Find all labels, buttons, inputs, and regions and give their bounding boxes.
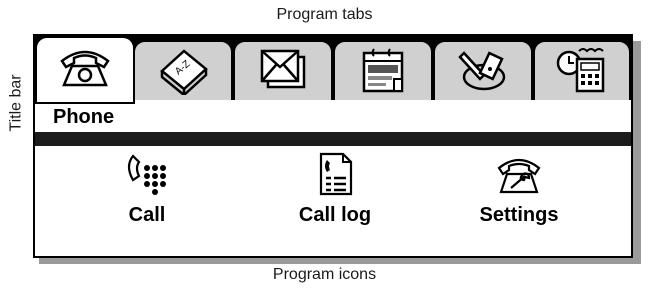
call-log-icon — [319, 152, 353, 196]
calendar-icon — [362, 48, 404, 93]
program-settings-label: Settings — [479, 204, 559, 226]
title-bar-caption: Title bar — [6, 58, 28, 148]
device-screen: A-Z Phone Call Call log Settings — [33, 34, 633, 258]
contacts-book-icon: A-Z — [160, 49, 208, 95]
title-bar: Phone — [35, 100, 631, 132]
tab-messages[interactable] — [233, 40, 333, 102]
program-icons-caption: Program icons — [272, 266, 377, 283]
program-icons-area: Call Call log Settings — [35, 146, 631, 256]
tab-contacts[interactable]: A-Z — [133, 40, 233, 102]
program-call-label: Call — [128, 204, 166, 226]
tab-phone[interactable] — [35, 36, 135, 104]
messages-icon — [260, 49, 306, 89]
program-tabs: A-Z — [35, 36, 631, 104]
page-title: Phone — [53, 106, 115, 128]
title-bar-divider — [35, 132, 631, 146]
tools-icon — [458, 51, 506, 91]
clock-calculator-icon — [556, 48, 605, 93]
program-tabs-caption: Program tabs — [276, 6, 373, 23]
title-bar-caption-text: Title bar — [8, 74, 26, 132]
program-settings[interactable]: Settings — [439, 146, 599, 227]
phone-settings-icon — [497, 158, 541, 194]
program-call-log[interactable]: Call log — [255, 146, 415, 227]
tab-tools[interactable] — [433, 40, 533, 102]
program-call[interactable]: Call — [67, 146, 227, 227]
program-call-log-label: Call log — [298, 204, 372, 226]
call-keypad-icon — [127, 154, 166, 195]
tab-clock-calculator[interactable] — [533, 40, 631, 102]
phone-icon — [60, 50, 110, 87]
tab-calendar[interactable] — [333, 40, 433, 102]
